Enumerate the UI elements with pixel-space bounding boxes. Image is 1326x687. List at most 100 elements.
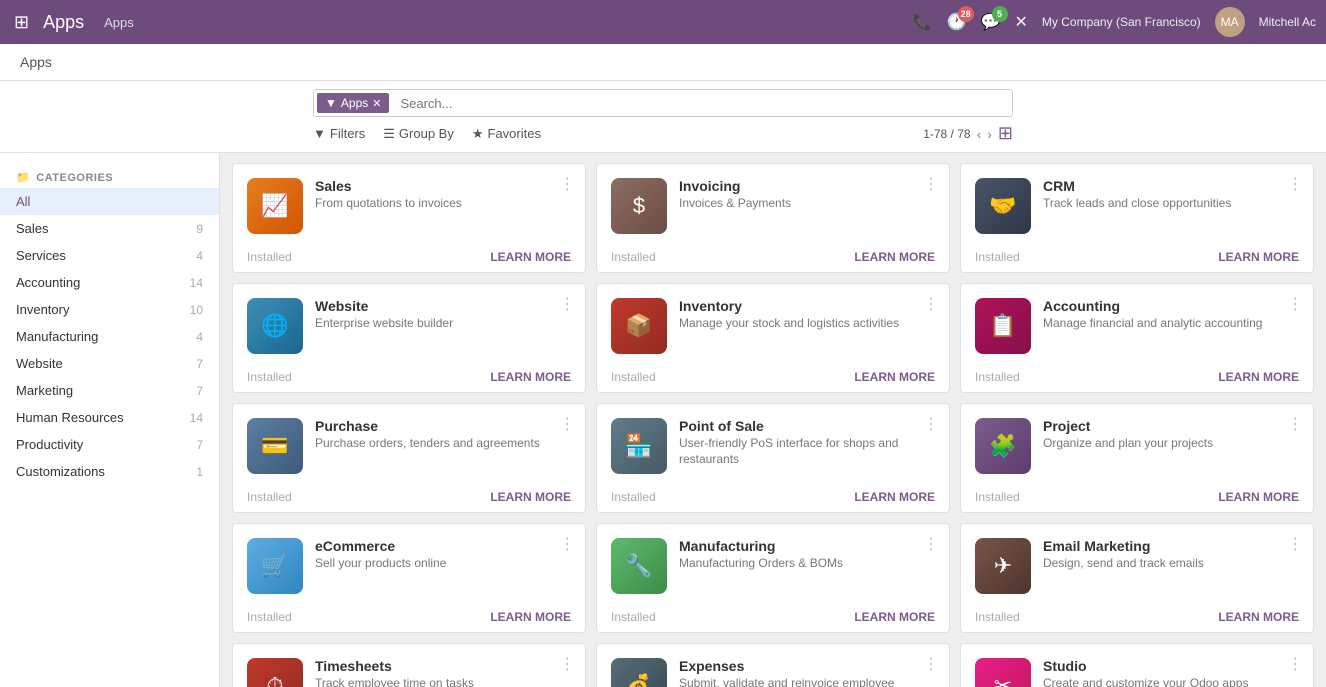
app-info: Manufacturing Manufacturing Orders & BOM… bbox=[679, 538, 935, 572]
app-card: ⋮ 📈 Sales From quotations to invoices In… bbox=[232, 163, 586, 273]
sidebar-item-marketing[interactable]: Marketing 7 bbox=[0, 377, 219, 404]
groupby-button[interactable]: ☰ Group By bbox=[383, 126, 454, 142]
sidebar-item-services[interactable]: Services 4 bbox=[0, 242, 219, 269]
card-menu-icon[interactable]: ⋮ bbox=[1287, 174, 1303, 194]
app-icon-symbol: 💳 bbox=[261, 433, 288, 459]
close-icon[interactable]: ✕ bbox=[1015, 12, 1028, 32]
sidebar-item-count: 9 bbox=[196, 222, 203, 236]
app-name: Timesheets bbox=[315, 658, 571, 674]
user-avatar[interactable]: MA bbox=[1215, 7, 1245, 37]
installed-label: Installed bbox=[975, 610, 1020, 624]
company-name[interactable]: My Company (San Francisco) bbox=[1042, 15, 1201, 29]
app-info: Invoicing Invoices & Payments bbox=[679, 178, 935, 212]
card-menu-icon[interactable]: ⋮ bbox=[559, 534, 575, 554]
card-menu-icon[interactable]: ⋮ bbox=[923, 294, 939, 314]
app-card: ⋮ ✈ Email Marketing Design, send and tra… bbox=[960, 523, 1314, 633]
sidebar: 📁 CATEGORIES All Sales 9 Services 4 Acco… bbox=[0, 153, 220, 687]
sidebar-item-customizations[interactable]: Customizations 1 bbox=[0, 458, 219, 485]
grid-view-button[interactable]: ⊞ bbox=[998, 123, 1013, 144]
app-icon-symbol: 📦 bbox=[625, 313, 652, 339]
learn-more-button[interactable]: LEARN MORE bbox=[1218, 250, 1299, 264]
learn-more-button[interactable]: LEARN MORE bbox=[854, 490, 935, 504]
sidebar-item-label: All bbox=[16, 194, 30, 209]
learn-more-button[interactable]: LEARN MORE bbox=[854, 610, 935, 624]
app-icon-symbol: ⏱ bbox=[266, 673, 283, 687]
card-menu-icon[interactable]: ⋮ bbox=[559, 294, 575, 314]
favorites-button[interactable]: ★ Favorites bbox=[472, 126, 541, 142]
app-name: Project bbox=[1043, 418, 1299, 434]
sidebar-item-count: 4 bbox=[196, 330, 203, 344]
app-desc: Track leads and close opportunities bbox=[1043, 196, 1299, 212]
app-icon: ⏱ bbox=[247, 658, 303, 687]
learn-more-button[interactable]: LEARN MORE bbox=[490, 370, 571, 384]
app-icon-symbol: 📋 bbox=[989, 313, 1016, 339]
learn-more-button[interactable]: LEARN MORE bbox=[1218, 370, 1299, 384]
app-info: Timesheets Track employee time on tasks bbox=[315, 658, 571, 687]
app-info: Sales From quotations to invoices bbox=[315, 178, 571, 212]
learn-more-button[interactable]: LEARN MORE bbox=[854, 250, 935, 264]
app-card-footer: Installed LEARN MORE bbox=[247, 602, 571, 624]
card-menu-icon[interactable]: ⋮ bbox=[1287, 534, 1303, 554]
card-menu-icon[interactable]: ⋮ bbox=[923, 654, 939, 674]
learn-more-button[interactable]: LEARN MORE bbox=[490, 610, 571, 624]
sidebar-item-label: Customizations bbox=[16, 464, 105, 479]
learn-more-button[interactable]: LEARN MORE bbox=[854, 370, 935, 384]
installed-label: Installed bbox=[611, 610, 656, 624]
app-card: ⋮ 🌐 Website Enterprise website builder I… bbox=[232, 283, 586, 393]
learn-more-button[interactable]: LEARN MORE bbox=[1218, 490, 1299, 504]
card-menu-icon[interactable]: ⋮ bbox=[1287, 414, 1303, 434]
card-menu-icon[interactable]: ⋮ bbox=[559, 654, 575, 674]
app-card-header: 🌐 Website Enterprise website builder bbox=[247, 298, 571, 354]
app-desc: Enterprise website builder bbox=[315, 316, 571, 332]
card-menu-icon[interactable]: ⋮ bbox=[559, 414, 575, 434]
app-card-footer: Installed LEARN MORE bbox=[247, 482, 571, 504]
app-icon: 🤝 bbox=[975, 178, 1031, 234]
sidebar-item-productivity[interactable]: Productivity 7 bbox=[0, 431, 219, 458]
activity-icon[interactable]: 🕐 28 bbox=[947, 12, 967, 32]
pagination: 1-78 / 78 ‹ › ⊞ bbox=[923, 123, 1013, 144]
card-menu-icon[interactable]: ⋮ bbox=[923, 414, 939, 434]
app-icon: 📦 bbox=[611, 298, 667, 354]
app-name: Inventory bbox=[679, 298, 935, 314]
app-name: Sales bbox=[315, 178, 571, 194]
app-card-header: 💳 Purchase Purchase orders, tenders and … bbox=[247, 418, 571, 474]
sidebar-item-count: 7 bbox=[196, 357, 203, 371]
sidebar-item-accounting[interactable]: Accounting 14 bbox=[0, 269, 219, 296]
card-menu-icon[interactable]: ⋮ bbox=[923, 174, 939, 194]
filters-button[interactable]: ▼ Filters bbox=[313, 126, 365, 142]
app-name: Purchase bbox=[315, 418, 571, 434]
sidebar-item-manufacturing[interactable]: Manufacturing 4 bbox=[0, 323, 219, 350]
next-page-button[interactable]: › bbox=[987, 126, 992, 142]
search-bar-container: ▼ Apps ✕ ▼ Filters ☰ Group By ★ Favorite… bbox=[0, 81, 1326, 153]
message-icon[interactable]: 💬 5 bbox=[981, 12, 1001, 32]
sidebar-item-count: 1 bbox=[196, 465, 203, 479]
learn-more-button[interactable]: LEARN MORE bbox=[490, 250, 571, 264]
search-tag[interactable]: ▼ Apps ✕ bbox=[317, 93, 389, 113]
card-menu-icon[interactable]: ⋮ bbox=[559, 174, 575, 194]
app-card-header: 📈 Sales From quotations to invoices bbox=[247, 178, 571, 234]
search-tag-label: Apps bbox=[341, 96, 368, 110]
favorites-label: Favorites bbox=[488, 126, 541, 141]
grid-menu-icon[interactable]: ⊞ bbox=[10, 8, 33, 37]
sidebar-item-inventory[interactable]: Inventory 10 bbox=[0, 296, 219, 323]
card-menu-icon[interactable]: ⋮ bbox=[1287, 654, 1303, 674]
phone-icon[interactable]: 📞 bbox=[913, 12, 933, 32]
apps-nav-link[interactable]: Apps bbox=[104, 15, 134, 30]
app-icon: 🏪 bbox=[611, 418, 667, 474]
prev-page-button[interactable]: ‹ bbox=[977, 126, 982, 142]
learn-more-button[interactable]: LEARN MORE bbox=[490, 490, 571, 504]
sidebar-item-sales[interactable]: Sales 9 bbox=[0, 215, 219, 242]
app-name: Website bbox=[315, 298, 571, 314]
sidebar-item-website[interactable]: Website 7 bbox=[0, 350, 219, 377]
app-card-header: ⏱ Timesheets Track employee time on task… bbox=[247, 658, 571, 687]
card-menu-icon[interactable]: ⋮ bbox=[923, 534, 939, 554]
search-input[interactable] bbox=[392, 92, 1012, 115]
installed-label: Installed bbox=[247, 490, 292, 504]
app-card: ⋮ 💳 Purchase Purchase orders, tenders an… bbox=[232, 403, 586, 513]
search-tag-close[interactable]: ✕ bbox=[372, 97, 381, 110]
app-card-header: 🧩 Project Organize and plan your project… bbox=[975, 418, 1299, 474]
sidebar-item-human-resources[interactable]: Human Resources 14 bbox=[0, 404, 219, 431]
sidebar-item-all[interactable]: All bbox=[0, 188, 219, 215]
card-menu-icon[interactable]: ⋮ bbox=[1287, 294, 1303, 314]
learn-more-button[interactable]: LEARN MORE bbox=[1218, 610, 1299, 624]
